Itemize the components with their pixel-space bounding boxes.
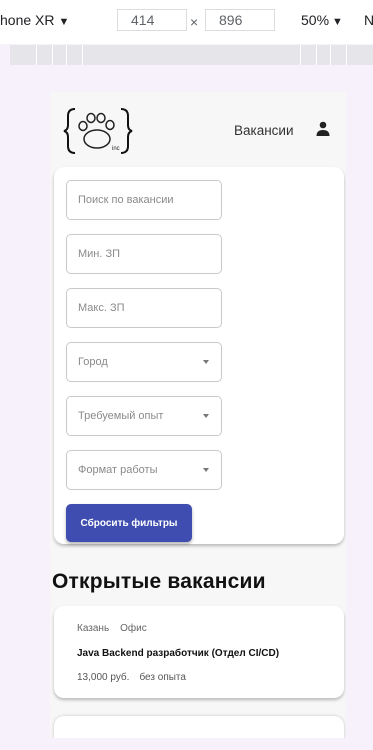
- devtools-device-toolbar: hone XR ▼ 414 × 896 50% ▼ N: [0, 0, 373, 44]
- media-query-bar[interactable]: [10, 45, 373, 65]
- times-icon: ×: [190, 14, 199, 30]
- media-query-tick: [66, 45, 67, 65]
- paw-logo-icon[interactable]: inc: [63, 105, 133, 157]
- section-title: Открытые вакансии: [52, 570, 266, 593]
- dropdown-arrow-icon: [203, 414, 209, 418]
- emulated-page: inc Вакансии Поиск по вакансии Мин. ЗП М…: [50, 92, 346, 738]
- work-format-select[interactable]: Формат работы: [66, 450, 222, 490]
- zoom-value: 50%: [301, 12, 330, 28]
- width-input[interactable]: 414: [117, 9, 187, 31]
- media-query-tick: [330, 45, 331, 65]
- max-salary-input[interactable]: Макс. ЗП: [66, 288, 222, 328]
- vacancy-title[interactable]: Java Backend разработчик (Отдел CI/CD): [77, 648, 279, 659]
- dropdown-arrow-icon: [203, 468, 209, 472]
- vacancy-card[interactable]: Казань Офис Java Backend разработчик (Отд…: [54, 606, 344, 698]
- media-query-tick: [36, 45, 37, 65]
- zoom-select[interactable]: 50% ▼: [301, 12, 343, 28]
- dropdown-arrow-icon: [203, 360, 209, 364]
- vacancy-salary: 13,000 руб.: [77, 672, 130, 683]
- device-name: hone XR: [0, 12, 55, 28]
- vacancy-format: Офис: [120, 623, 147, 634]
- nav-link-vacancies[interactable]: Вакансии: [234, 123, 294, 138]
- media-query-tick: [52, 45, 53, 65]
- city-select-label: Город: [78, 356, 108, 368]
- throttle-select-fragment[interactable]: N: [364, 12, 373, 28]
- vacancy-meta: Казань Офис: [77, 623, 158, 634]
- device-select[interactable]: hone XR ▼: [0, 12, 69, 28]
- height-input[interactable]: 896: [205, 9, 275, 31]
- city-select[interactable]: Город: [66, 342, 222, 382]
- reset-filters-button[interactable]: Сбросить фильтры: [66, 504, 192, 542]
- vacancy-city: Казань: [77, 623, 110, 634]
- work-format-select-label: Формат работы: [78, 464, 158, 476]
- experience-select[interactable]: Требуемый опыт: [66, 396, 222, 436]
- min-salary-input[interactable]: Мин. ЗП: [66, 234, 222, 274]
- vacancy-card[interactable]: [54, 716, 344, 738]
- site-header: inc Вакансии: [50, 92, 346, 167]
- vacancy-experience: без опыта: [139, 672, 186, 683]
- search-input[interactable]: Поиск по вакансии: [66, 180, 222, 220]
- media-query-tick: [300, 45, 301, 65]
- media-query-tick: [82, 45, 83, 65]
- filters-card: Поиск по вакансии Мин. ЗП Макс. ЗП Город…: [54, 167, 344, 544]
- user-icon[interactable]: [316, 121, 330, 137]
- chevron-down-icon: ▼: [58, 16, 70, 28]
- experience-select-label: Требуемый опыт: [78, 410, 164, 422]
- chevron-down-icon: ▼: [332, 16, 343, 28]
- vacancy-details: 13,000 руб. без опыта: [77, 672, 196, 683]
- logo-suffix: inc: [112, 146, 120, 152]
- media-query-tick: [316, 45, 317, 65]
- media-query-tick: [346, 45, 347, 65]
